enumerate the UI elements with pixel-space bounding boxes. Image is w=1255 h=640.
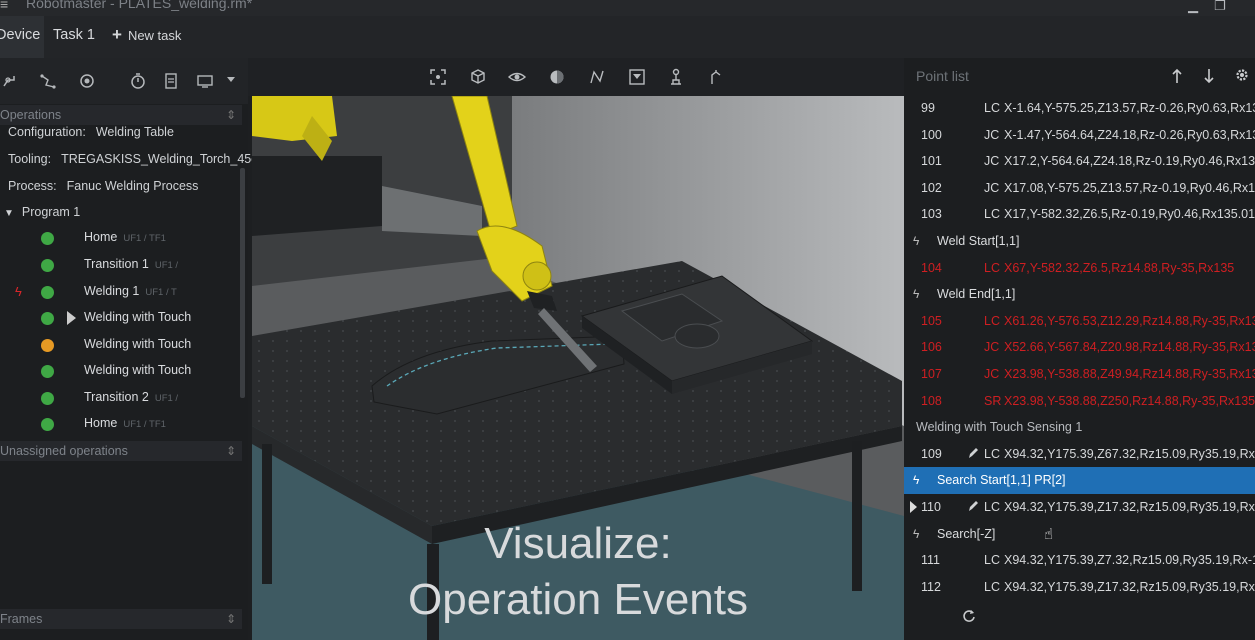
event-row-selected[interactable]: ϟ Search Start[1,1] PR[2] — [904, 467, 1255, 494]
cube-view-icon[interactable] — [468, 67, 488, 87]
point-list-title: Point list — [916, 68, 969, 84]
left-panel: Operations ⇕ Configuration: Welding Table… — [0, 58, 258, 640]
program-node[interactable]: ▼ Program 1 — [4, 205, 80, 219]
point-list-panel: Point list 99 LC X-1.64,Y-575.25,Z13.57,Rz… — [904, 58, 1255, 640]
sphere-icon[interactable] — [547, 67, 567, 87]
event-bolt-icon: ϟ — [913, 526, 920, 541]
operation-item[interactable]: Home UF1 / TF1 — [0, 225, 240, 251]
point-row[interactable]: 107 JC X23.98,Y-538.88,Z49.94,Rz14.88,Ry-3… — [904, 361, 1255, 388]
operation-group-row[interactable]: Welding with Touch Sensing 1 — [904, 414, 1255, 441]
event-bolt-icon: ϟ — [913, 287, 920, 302]
robot-arm-icon[interactable] — [0, 70, 22, 92]
operation-item[interactable]: Home UF1 / TF1 — [0, 411, 240, 437]
operations-header[interactable]: Operations ⇕ — [0, 105, 242, 125]
report-icon[interactable] — [160, 70, 182, 92]
target-icon[interactable] — [76, 70, 98, 92]
fit-view-icon[interactable] — [428, 67, 448, 87]
operation-item[interactable]: Welding with Touch — [0, 332, 240, 358]
tooling-row: Tooling: TREGASKISS_Welding_Torch_45d — [8, 152, 259, 166]
resize-grip-icon[interactable]: ⇕ — [226, 441, 236, 461]
point-row[interactable]: 104 LC X67,Y-582.32,Z6.5,Rz14.88,Ry-35,Rx1… — [904, 255, 1255, 282]
operation-item[interactable]: ϟ Welding 1 UF1 / T — [0, 279, 240, 305]
play-indicator-icon — [67, 311, 76, 325]
status-dot — [41, 339, 54, 352]
move-down-icon[interactable] — [1202, 67, 1216, 85]
plus-icon: + — [112, 25, 122, 44]
event-row[interactable]: ϟ Weld Start[1,1] — [904, 228, 1255, 255]
new-task-button[interactable]: + New task — [112, 16, 181, 58]
frames-header[interactable]: Frames ⇕ — [0, 609, 242, 629]
event-bolt-icon: ϟ — [913, 473, 920, 488]
point-row[interactable]: 102 JC X17.08,Y-575.25,Z13.57,Rz-0.19,Ry0.… — [904, 175, 1255, 202]
event-bolt-icon: ϟ — [15, 284, 22, 299]
minimize-icon[interactable]: ▁ — [1188, 0, 1198, 14]
timer-icon[interactable] — [127, 70, 149, 92]
tab-task-1[interactable]: Task 1 — [53, 16, 95, 58]
overlay-caption: Visualize: Operation Events — [408, 519, 748, 624]
point-row[interactable]: 100 JC X-1.47,Y-564.64,Z24.18,Rz-0.26,Ry0.… — [904, 122, 1255, 149]
point-row[interactable]: 110 LC X94.32,Y175.39,Z17.32,Rz15.09,Ry35… — [904, 494, 1255, 521]
filter-icon[interactable] — [627, 67, 647, 87]
status-dot — [41, 259, 54, 272]
title-bar: ≡ Robotmaster - PLATES_welding.rm* ▁ ❐ — [0, 0, 1255, 16]
status-dot — [41, 232, 54, 245]
status-dot — [41, 312, 54, 325]
refresh-icon[interactable] — [961, 608, 977, 624]
event-row[interactable]: ϟ Search[-Z] ☝ — [904, 521, 1255, 548]
operation-item[interactable]: Welding with Touch — [0, 358, 240, 384]
restore-icon[interactable]: ❐ — [1214, 0, 1226, 14]
point-row[interactable]: 108 SR X23.98,Y-538.88,Z250,Rz14.88,Ry-35,… — [904, 388, 1255, 415]
tab-bar: Device Task 1 + New task — [0, 16, 1255, 58]
point-row[interactable]: 109 LC X94.32,Y175.39,Z67.32,Rz15.09,Ry35… — [904, 441, 1255, 468]
edit-pencil-icon[interactable] — [967, 446, 979, 460]
robot-icon[interactable] — [666, 67, 686, 87]
tool-icon[interactable] — [706, 67, 726, 87]
point-row[interactable]: 112 LC X94.32,Y175.39,Z17.32,Rz15.09,Ry35.… — [904, 574, 1255, 595]
status-dot — [41, 365, 54, 378]
path-icon[interactable] — [587, 67, 607, 87]
tab-device[interactable]: Device — [0, 16, 44, 58]
expand-arrow-icon[interactable]: ▼ — [4, 208, 14, 219]
operation-item[interactable]: Welding with Touch — [0, 305, 240, 331]
dropdown-icon[interactable] — [224, 72, 246, 94]
mouse-cursor-icon: ☝ — [1044, 525, 1054, 543]
edit-pencil-icon[interactable] — [967, 499, 979, 513]
point-row[interactable]: 105 LC X61.26,Y-576.53,Z12.29,Rz14.88,Ry-3… — [904, 308, 1255, 335]
process-row: Process: Fanuc Welding Process — [8, 179, 199, 193]
status-dot — [41, 418, 54, 431]
operation-item[interactable]: Transition 2 UF1 / — [0, 385, 240, 411]
operation-item[interactable]: Transition 1 UF1 / — [0, 252, 240, 278]
play-indicator-icon — [910, 501, 917, 513]
point-list-bottom-toolbar — [904, 596, 1255, 640]
resize-grip-icon[interactable]: ⇕ — [226, 609, 236, 629]
3d-viewport[interactable]: Visualize: Operation Events — [252, 96, 904, 640]
configuration-row: Configuration: Welding Table — [8, 125, 174, 139]
path-icon[interactable] — [38, 70, 60, 92]
point-list-header: Point list — [904, 58, 1255, 94]
point-row[interactable]: 111 LC X94.32,Y175.39,Z7.32,Rz15.09,Ry35.1… — [904, 547, 1255, 574]
status-dot — [41, 286, 54, 299]
simulation-icon[interactable] — [194, 70, 216, 92]
status-dot — [41, 392, 54, 405]
point-row[interactable]: 101 JC X17.2,Y-564.64,Z24.18,Rz-0.19,Ry0.4… — [904, 148, 1255, 175]
settings-icon[interactable] — [1234, 67, 1250, 83]
window-title: Robotmaster - PLATES_welding.rm* — [26, 0, 253, 11]
point-row[interactable]: 106 JC X52.66,Y-567.84,Z20.98,Rz14.88,Ry-3… — [904, 334, 1255, 361]
point-row[interactable]: 99 LC X-1.64,Y-575.25,Z13.57,Rz-0.26,Ry0.6… — [904, 95, 1255, 122]
event-bolt-icon: ϟ — [913, 234, 920, 248]
unassigned-header[interactable]: Unassigned operations ⇕ — [0, 441, 242, 461]
visibility-icon[interactable] — [507, 67, 527, 87]
move-up-icon[interactable] — [1170, 67, 1184, 85]
menu-icon[interactable]: ≡ — [0, 0, 12, 12]
scrollbar[interactable] — [240, 168, 245, 398]
point-row[interactable]: 103 LC X17,Y-582.32,Z6.5,Rz-0.19,Ry0.46,Rx… — [904, 201, 1255, 228]
left-toolbar — [0, 58, 248, 104]
point-list-rows: 99 LC X-1.64,Y-575.25,Z13.57,Rz-0.26,Ry0.6… — [904, 95, 1255, 595]
event-row[interactable]: ϟ Weld End[1,1] — [904, 281, 1255, 308]
viewport-toolbar — [248, 58, 904, 96]
resize-grip-icon[interactable]: ⇕ — [226, 105, 236, 125]
